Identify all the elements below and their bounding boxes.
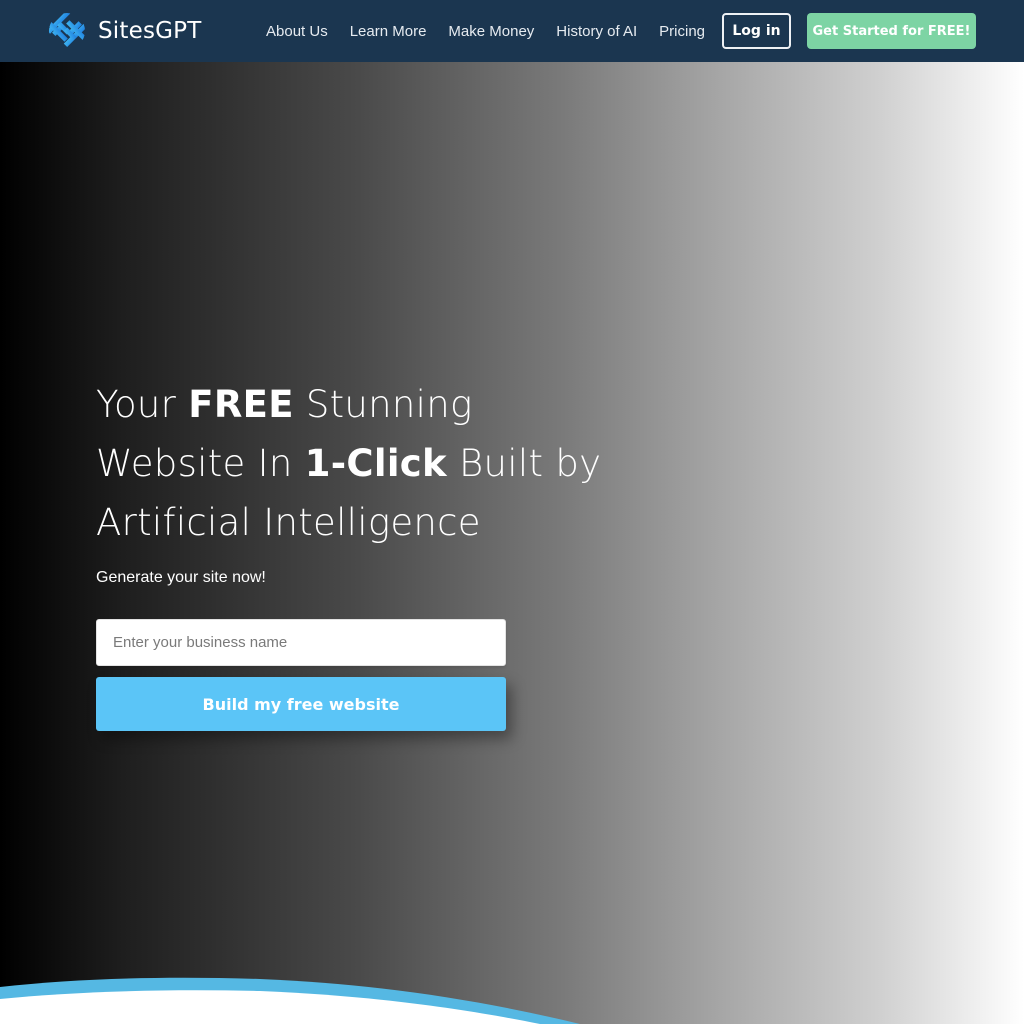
headline-line-1: Your FREE Stunning xyxy=(96,375,636,434)
main-nav: About Us Learn More Make Money History o… xyxy=(266,0,705,62)
brand-logo-link[interactable]: SitesGPT xyxy=(48,12,201,50)
brand-name: SitesGPT xyxy=(98,18,202,44)
sitesgpt-logo-icon xyxy=(48,12,86,48)
headline-text: Website In xyxy=(96,442,305,485)
headline-text: Built by xyxy=(446,442,602,485)
nav-make-money[interactable]: Make Money xyxy=(448,23,534,40)
nav-pricing[interactable]: Pricing xyxy=(659,23,705,40)
hero-subtext: Generate your site now! xyxy=(96,569,266,586)
site-header: SitesGPT About Us Learn More Make Money … xyxy=(0,0,1024,62)
nav-learn-more[interactable]: Learn More xyxy=(350,23,427,40)
nav-history-of-ai[interactable]: History of AI xyxy=(556,23,637,40)
hero-bottom-wave xyxy=(0,977,580,1024)
login-button[interactable]: Log in xyxy=(722,13,791,49)
nav-about-us[interactable]: About Us xyxy=(266,23,328,40)
headline-text: Your xyxy=(96,383,189,426)
hero-headline: Your FREE Stunning Website In 1-Click Bu… xyxy=(96,375,636,552)
headline-line-3: Artificial Intelligence xyxy=(96,501,481,544)
headline-emphasis-free: FREE xyxy=(188,383,294,426)
headline-emphasis-1-click: 1-Click xyxy=(304,442,447,485)
get-started-button[interactable]: Get Started for FREE! xyxy=(807,13,976,49)
hero-section: Your FREE Stunning Website In 1-Click Bu… xyxy=(0,62,1024,1024)
business-name-input[interactable] xyxy=(96,619,506,666)
headline-line-2: Website In 1-Click Built by xyxy=(96,434,636,493)
headline-text: Stunning xyxy=(293,383,473,426)
build-website-button[interactable]: Build my free website xyxy=(96,677,506,731)
